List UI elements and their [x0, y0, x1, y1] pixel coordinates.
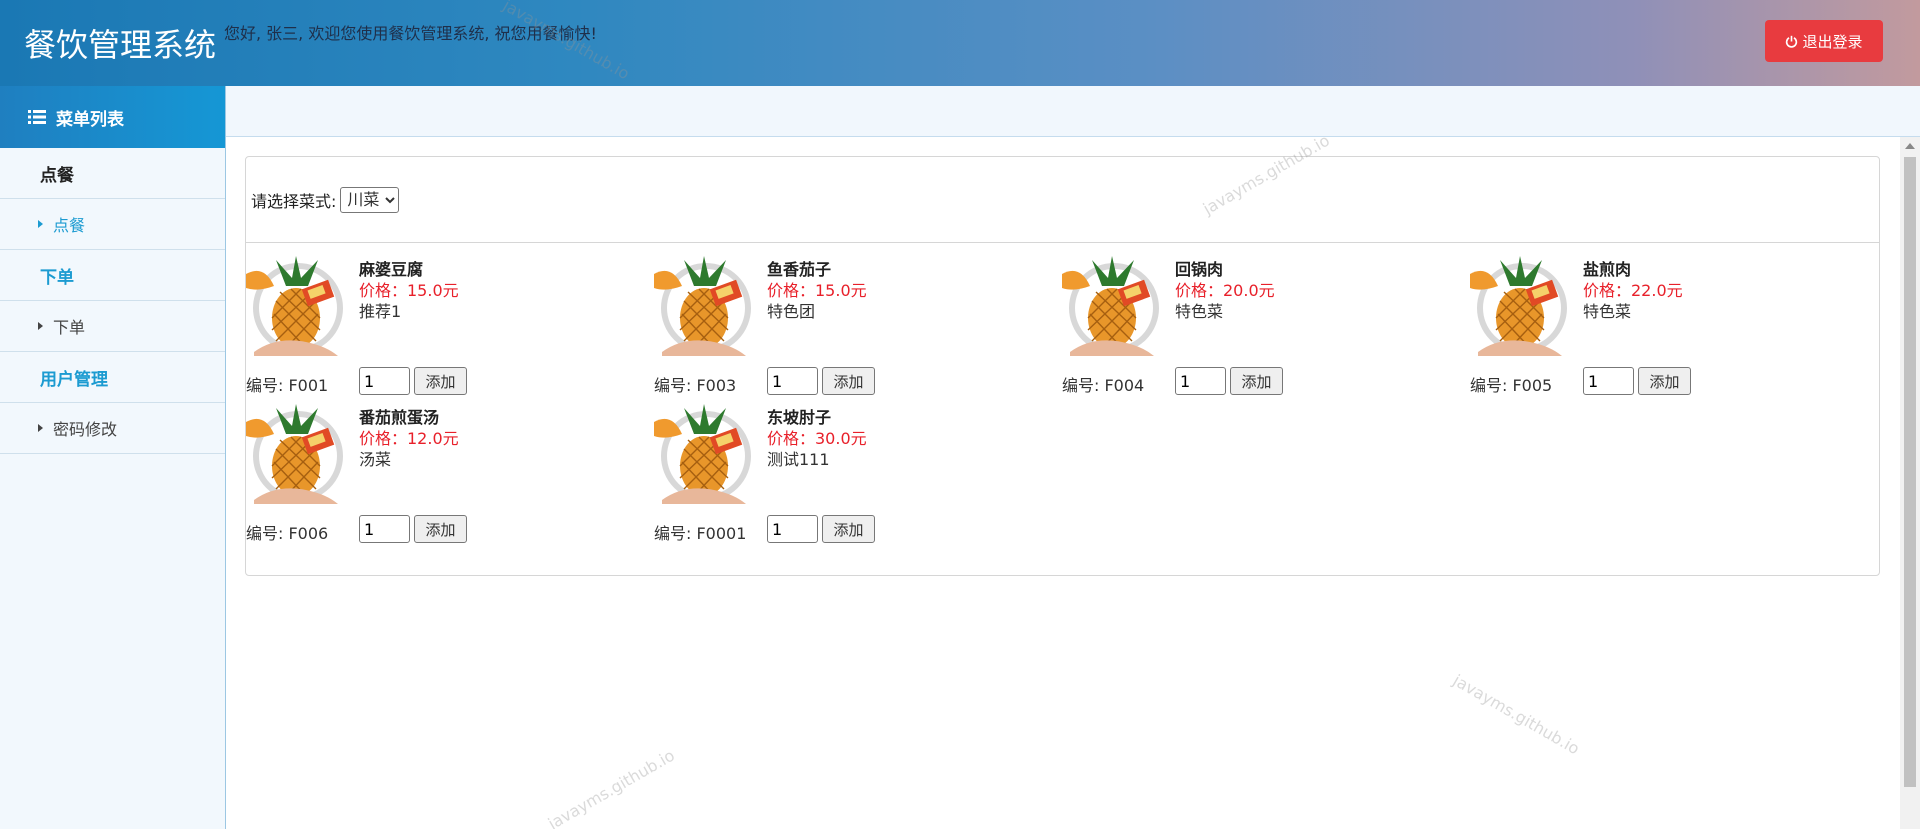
dish-description: 测试111: [767, 450, 830, 469]
watermark: javayms.github.io: [544, 745, 678, 829]
add-button[interactable]: 添加: [414, 367, 467, 395]
sidebar-item-order[interactable]: 点餐: [0, 199, 225, 250]
quantity-input[interactable]: [1583, 367, 1634, 395]
dish-description: 特色团: [767, 302, 816, 321]
dish-card: 番茄煎蛋汤 价格：12.0元 汤菜 编号: F006 添加: [246, 404, 646, 544]
scroll-up-icon[interactable]: [1905, 143, 1915, 149]
list-icon: [28, 110, 46, 124]
add-button[interactable]: 添加: [822, 367, 875, 395]
logout-label: 退出登录: [1802, 32, 1863, 51]
quantity-input[interactable]: [359, 367, 410, 395]
dish-panel: 请选择菜式: 川菜 麻婆豆腐 价格：15.0元 推荐1 编号: F001 1 添…: [245, 156, 1880, 576]
dish-card: 麻婆豆腐 价格：15.0元 推荐1 编号: F001 添加: [246, 256, 646, 396]
dish-card: 回锅肉 价格：20.0元 特色菜 编号: F004 添加: [1062, 256, 1462, 396]
dish-card: 东坡肘子 价格：30.0元 测试111 编号: F0001 添加: [654, 404, 1054, 544]
cuisine-filter-row: 请选择菜式: 川菜: [246, 157, 1879, 243]
power-icon: [1786, 35, 1798, 48]
cuisine-select[interactable]: 川菜: [340, 186, 400, 213]
dish-code: 编号: F005: [1470, 376, 1553, 395]
quantity-input[interactable]: [359, 515, 410, 543]
app-title: 餐饮管理系统: [24, 26, 217, 64]
add-button[interactable]: 添加: [822, 515, 875, 543]
caret-right-icon: [38, 220, 43, 228]
app-header: 餐饮管理系统 您好, 张三, 欢迎您使用餐饮管理系统, 祝您用餐愉快! 退出登录: [0, 0, 1920, 86]
dish-description: 特色菜: [1175, 302, 1224, 321]
sidebar-item-change-password[interactable]: 密码修改: [0, 403, 225, 454]
caret-right-icon: [38, 322, 43, 330]
quantity-input[interactable]: [767, 367, 818, 395]
content-topbar: [226, 86, 1920, 137]
caret-right-icon: [38, 424, 43, 432]
sidebar-header: 菜单列表: [0, 86, 225, 148]
sidebar-group-order[interactable]: 点餐: [0, 148, 225, 199]
sidebar-group-place-order[interactable]: 下单: [0, 250, 225, 301]
vertical-scrollbar[interactable]: [1900, 137, 1920, 829]
dish-code: 编号: F003: [654, 376, 737, 395]
dish-image: [246, 256, 346, 356]
cuisine-filter-label: 请选择菜式:: [251, 191, 337, 211]
dish-card: 鱼香茄子 价格：15.0元 特色团 编号: F003 添加: [654, 256, 1054, 396]
dish-description: 汤菜: [359, 450, 392, 469]
dish-description: 推荐1: [359, 302, 402, 321]
dish-image: [654, 256, 754, 356]
sidebar: 菜单列表 点餐 点餐 下单 下单 用户管理 密码修改: [0, 86, 226, 829]
quantity-input[interactable]: [1175, 367, 1226, 395]
quantity-input[interactable]: [767, 515, 818, 543]
dish-code: 编号: F001: [246, 376, 329, 395]
watermark: javayms.github.io: [1449, 670, 1583, 759]
add-button[interactable]: 添加: [1230, 367, 1283, 395]
dish-code: 编号: F0001: [654, 524, 747, 543]
add-button[interactable]: 添加: [414, 515, 467, 543]
dish-code: 编号: F004: [1062, 376, 1145, 395]
dish-card: 盐煎肉 价格：22.0元 特色菜 编号: F005 添加: [1470, 256, 1870, 396]
dish-description: 特色菜: [1583, 302, 1632, 321]
sidebar-item-label: 点餐: [53, 216, 86, 235]
dish-code: 编号: F006: [246, 524, 329, 543]
logout-button[interactable]: 退出登录: [1765, 20, 1883, 62]
dish-image: [246, 404, 346, 504]
sidebar-group-user-management[interactable]: 用户管理: [0, 352, 225, 403]
sidebar-item-place-order[interactable]: 下单: [0, 301, 225, 352]
add-button[interactable]: 添加: [1638, 367, 1691, 395]
scroll-thumb[interactable]: [1904, 157, 1916, 787]
dish-image: [1470, 256, 1570, 356]
dish-image: [1062, 256, 1162, 356]
sidebar-item-label: 下单: [53, 318, 86, 337]
dish-image: [654, 404, 754, 504]
sidebar-header-label: 菜单列表: [56, 109, 124, 130]
sidebar-item-label: 密码修改: [53, 420, 118, 439]
